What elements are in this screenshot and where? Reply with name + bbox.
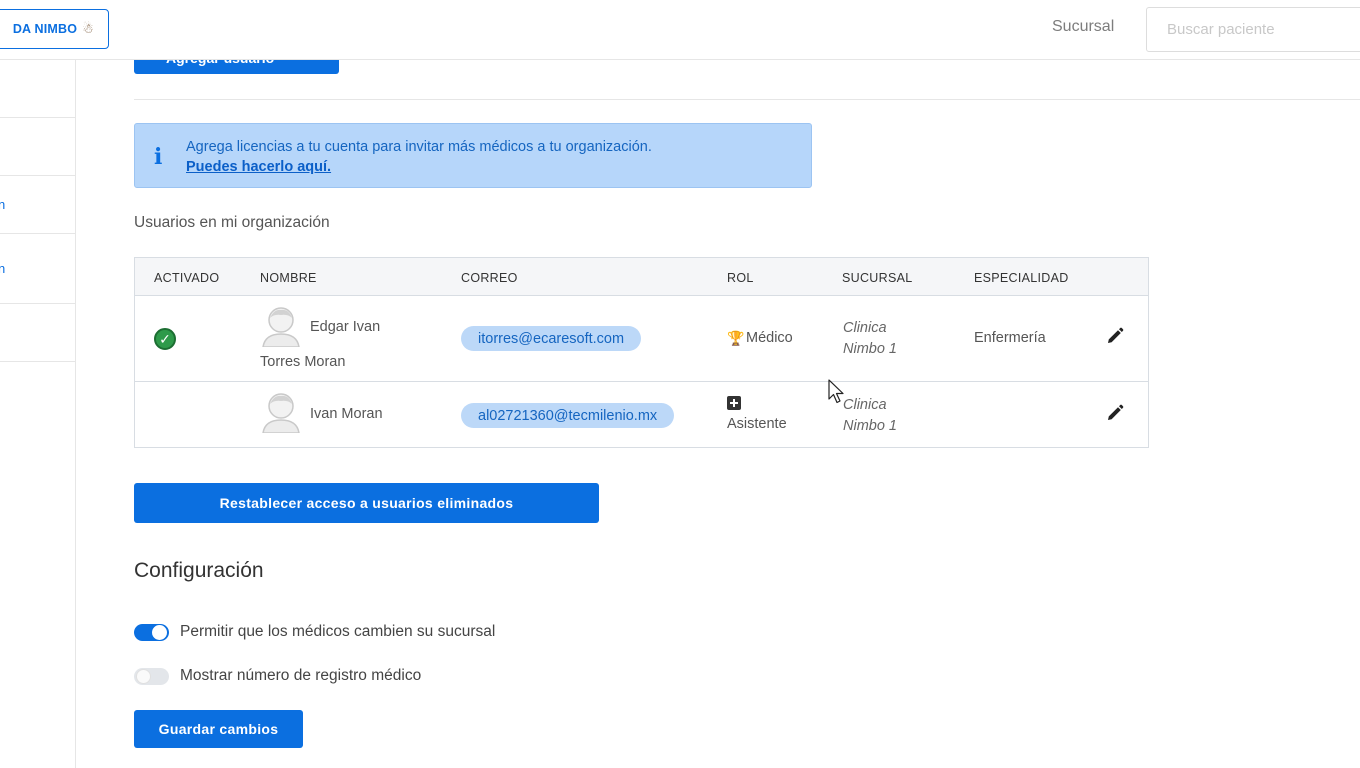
user-branch-line2: Nimbo 1 (843, 418, 897, 434)
user-branch-line1: Clinica (843, 320, 887, 336)
toggle-knob (136, 669, 151, 684)
mouse-cursor-icon (828, 379, 844, 404)
header-sucursal: SUCURSAL (842, 271, 913, 285)
show-registration-number-toggle[interactable] (134, 668, 169, 685)
license-info-banner: i Agrega licencias a tu cuenta para invi… (134, 123, 812, 188)
add-license-link[interactable]: Puedes hacerlo aquí. (186, 157, 652, 177)
user-email-pill[interactable]: al02721360@tecmilenio.mx (461, 403, 675, 428)
header-nombre: NOMBRE (260, 271, 317, 285)
users-table: ACTIVADO NOMBRE CORREO ROL SUCURSAL ESPE… (134, 257, 1149, 448)
allow-branch-change-toggle[interactable] (134, 624, 169, 641)
top-bar: DA NIMBO ☃ Sucursal (0, 0, 1360, 60)
sidebar-item-4[interactable]: n (0, 234, 75, 304)
info-icon: i (154, 144, 163, 170)
header-especialidad: ESPECIALIDAD (974, 271, 1069, 285)
users-section-title: Usuarios en mi organización (134, 214, 330, 231)
user-avatar-icon (262, 393, 300, 433)
save-changes-button[interactable]: Guardar cambios (134, 710, 303, 748)
sidebar-item-label: n (0, 197, 6, 212)
user-branch-line2: Nimbo 1 (843, 341, 897, 357)
patient-search-input[interactable] (1146, 7, 1360, 52)
sidebar-item-label: n (0, 261, 6, 276)
user-branch-line1: Clinica (843, 397, 887, 413)
user-first-name: Ivan Moran (310, 406, 383, 422)
user-role: Asistente (727, 416, 787, 432)
user-role: Médico (746, 330, 793, 346)
allow-branch-change-label: Permitir que los médicos cambien su sucu… (180, 623, 496, 640)
section-divider (134, 99, 1360, 100)
sidebar: n n (0, 60, 76, 768)
edit-pencil-icon[interactable] (1106, 327, 1124, 345)
brand-emblem-icon: ☃ (82, 21, 94, 36)
trophy-icon: 🏆 (727, 330, 745, 346)
brand-button[interactable]: DA NIMBO ☃ (0, 9, 109, 49)
config-section-title: Configuración (134, 559, 264, 582)
sucursal-label[interactable]: Sucursal (1052, 18, 1114, 36)
sidebar-item-1[interactable] (0, 60, 75, 118)
user-first-name: Edgar Ivan (310, 319, 381, 335)
user-specialty: Enfermería (974, 330, 1046, 346)
user-email-pill[interactable]: itorres@ecaresoft.com (461, 326, 642, 351)
sidebar-item-5[interactable] (0, 304, 75, 362)
sidebar-item-3[interactable]: n (0, 176, 75, 234)
info-message: Agrega licencias a tu cuenta para invita… (186, 139, 652, 155)
restore-deleted-users-button[interactable]: Restablecer acceso a usuarios eliminados (134, 483, 599, 523)
sidebar-item-2[interactable] (0, 118, 75, 176)
user-last-name: Torres Moran (260, 354, 346, 370)
brand-label: DA NIMBO (12, 22, 78, 36)
user-avatar-icon (262, 307, 300, 347)
header-activado: ACTIVADO (154, 271, 220, 285)
header-rol: ROL (727, 271, 754, 285)
info-text: Agrega licencias a tu cuenta para invita… (186, 137, 652, 177)
add-user-button[interactable]: Agregar usuario (134, 58, 339, 74)
activated-check-icon: ✓ (154, 328, 176, 350)
header-correo: CORREO (461, 271, 518, 285)
toggle-knob (152, 625, 167, 640)
plus-square-icon (727, 396, 741, 410)
table-row: Ivan Moran al02721360@tecmilenio.mx Asis… (135, 383, 1148, 447)
table-row: ✓ Edgar Ivan Torres Moran itorres@ecares… (135, 296, 1148, 382)
edit-pencil-icon[interactable] (1106, 404, 1124, 422)
table-header: ACTIVADO NOMBRE CORREO ROL SUCURSAL ESPE… (135, 258, 1148, 296)
show-registration-number-label: Mostrar número de registro médico (180, 667, 422, 684)
